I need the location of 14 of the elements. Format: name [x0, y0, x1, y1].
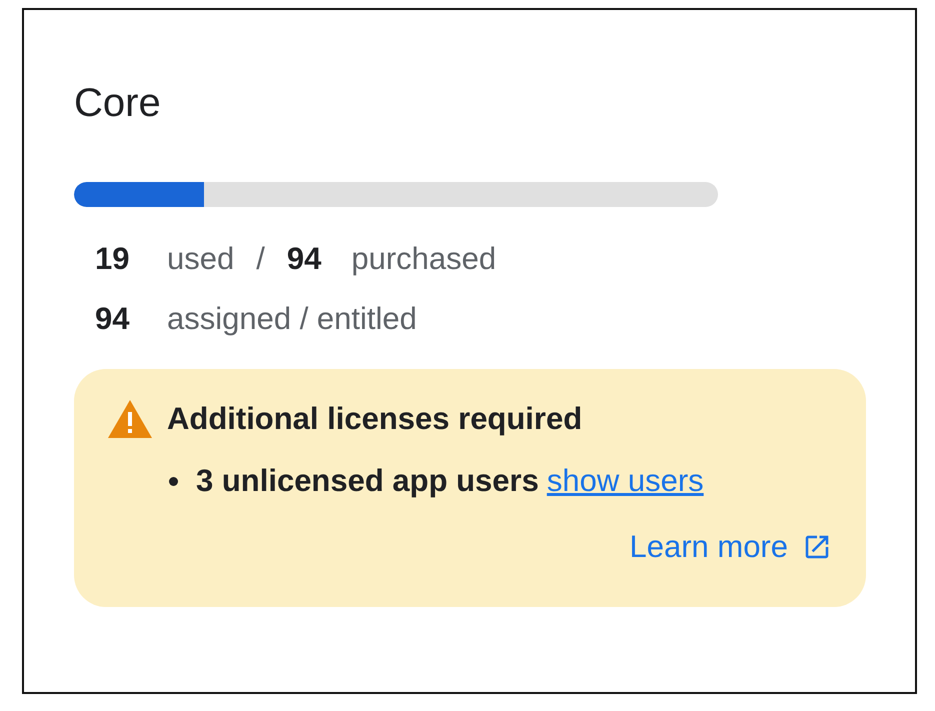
count-label: purchased — [351, 240, 496, 278]
card-title: Core — [74, 80, 162, 126]
count: 94 — [95, 300, 130, 338]
show-users-link[interactable]: show users — [546, 463, 704, 499]
warning-icon — [107, 399, 153, 439]
count-label: used — [167, 240, 234, 278]
count: 94 — [286, 240, 322, 278]
separator: / — [256, 240, 265, 278]
count-label: assigned / entitled — [167, 300, 417, 338]
learn-more-link[interactable]: Learn more — [629, 529, 832, 565]
bullet-icon — [169, 476, 178, 486]
alert-title: Additional licenses required — [167, 401, 582, 437]
count: 19 — [95, 240, 130, 278]
alert-item: 3 unlicensed app users — [196, 463, 539, 499]
